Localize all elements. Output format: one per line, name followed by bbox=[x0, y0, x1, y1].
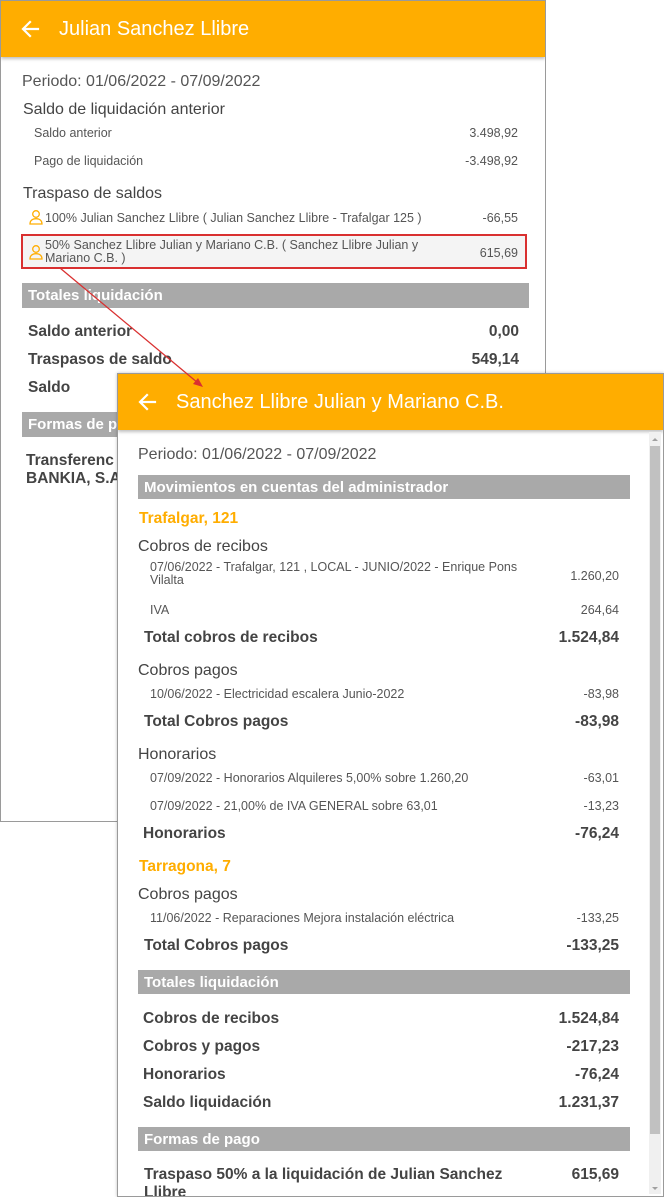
app-bar: Sanchez Llibre Julian y Mariano C.B. bbox=[118, 374, 663, 430]
page-title: Julian Sanchez Llibre bbox=[59, 17, 250, 40]
traspaso-row-value: 615,69 bbox=[479, 246, 518, 260]
row-value: 1.260,20 bbox=[570, 569, 619, 583]
formas-row-label: Traspaso 50% a la liquidación de Julian … bbox=[144, 1166, 503, 1197]
section-traspaso: Traspaso de saldos bbox=[23, 185, 163, 202]
total-value: -83,98 bbox=[575, 713, 619, 730]
row-value: -83,98 bbox=[583, 687, 619, 701]
row-value: 264,64 bbox=[580, 603, 619, 617]
periodo: Periodo: 01/06/2022 - 07/09/2022 bbox=[22, 73, 261, 90]
formas-text: Transferenc bbox=[26, 452, 114, 469]
formas-bar: Formas de pago bbox=[138, 1127, 630, 1151]
row-label: Pago de liquidación bbox=[34, 154, 144, 168]
total-label: Total cobros de recibos bbox=[144, 629, 318, 646]
total-label: Total Cobros pagos bbox=[144, 937, 289, 954]
totales-bar: Totales liquidación bbox=[138, 970, 630, 994]
scroll-down-icon[interactable] bbox=[649, 1182, 661, 1194]
app-bar: Julian Sanchez Llibre bbox=[1, 1, 545, 57]
total-value: 1.524,84 bbox=[558, 1010, 619, 1027]
total-label: Honorarios bbox=[143, 1066, 226, 1083]
row-value: -3.498,92 bbox=[465, 154, 518, 168]
total-label: Total Cobros pagos bbox=[144, 713, 289, 730]
row-label: 07/09/2022 - 21,00% de IVA GENERAL sobre… bbox=[150, 799, 438, 813]
totales-bar: Totales liquidación bbox=[22, 283, 529, 308]
section-honorarios: Honorarios bbox=[138, 746, 217, 763]
scrollbar-thumb[interactable] bbox=[650, 446, 660, 1134]
row-value: -133,25 bbox=[576, 911, 619, 925]
row-label: 07/09/2022 - Honorarios Alquileres 5,00%… bbox=[150, 771, 469, 785]
section-saldo-anterior: Saldo de liquidación anterior bbox=[23, 101, 225, 118]
total-value: -76,24 bbox=[575, 1066, 619, 1083]
total-value: -76,24 bbox=[575, 825, 619, 842]
total-value: 549,14 bbox=[471, 351, 519, 368]
section-cobros-recibos: Cobros de recibos bbox=[138, 538, 268, 555]
total-value: 1.524,84 bbox=[558, 629, 619, 646]
traspaso-row-label[interactable]: 100% Julian Sanchez Llibre ( Julian Sanc… bbox=[45, 211, 422, 225]
row-label: 07/06/2022 - Trafalgar, 121 , LOCAL - JU… bbox=[150, 560, 518, 587]
section-cobros-pagos: Cobros pagos bbox=[138, 662, 238, 679]
total-value: 1.231,37 bbox=[558, 1094, 619, 1111]
row-label: Saldo anterior bbox=[34, 126, 112, 140]
row-label: 10/06/2022 - Electricidad escalera Junio… bbox=[150, 687, 405, 701]
total-label: Saldo bbox=[28, 379, 71, 396]
user-icon bbox=[28, 244, 44, 265]
movimientos-bar: Movimientos en cuentas del administrador bbox=[138, 475, 630, 499]
periodo: Periodo: 01/06/2022 - 07/09/2022 bbox=[138, 446, 377, 463]
scroll-up-icon[interactable] bbox=[649, 432, 661, 444]
formas-row-value: 615,69 bbox=[571, 1166, 619, 1183]
total-label: Honorarios bbox=[143, 825, 226, 842]
row-label: IVA bbox=[150, 603, 170, 617]
total-value: -217,23 bbox=[566, 1038, 619, 1055]
row-label: 11/06/2022 - Reparaciones Mejora instala… bbox=[150, 911, 455, 925]
total-label: Saldo liquidación bbox=[143, 1094, 272, 1111]
user-icon bbox=[28, 209, 44, 230]
row-value: -63,01 bbox=[583, 771, 619, 785]
total-value: -133,25 bbox=[566, 937, 619, 954]
property-name: Trafalgar, 121 bbox=[139, 510, 239, 527]
total-value: 0,00 bbox=[488, 323, 519, 340]
total-label: Saldo anterior bbox=[28, 323, 133, 340]
row-value: 3.498,92 bbox=[469, 126, 518, 140]
total-label: Traspasos de saldo bbox=[28, 351, 172, 368]
row-value: -13,23 bbox=[583, 799, 619, 813]
formas-text: BANKIA, S.A bbox=[26, 470, 121, 487]
back-arrow-icon[interactable] bbox=[135, 390, 159, 414]
property-name: Tarragona, 7 bbox=[139, 858, 231, 875]
traspaso-row-label[interactable]: 50% Sanchez Llibre Julian y Mariano C.B.… bbox=[45, 239, 445, 265]
page-title: Sanchez Llibre Julian y Mariano C.B. bbox=[176, 390, 504, 413]
total-label: Cobros y pagos bbox=[143, 1038, 261, 1055]
traspaso-row-value: -66,55 bbox=[482, 211, 518, 225]
back-arrow-icon[interactable] bbox=[18, 17, 42, 41]
section-cobros-pagos: Cobros pagos bbox=[138, 886, 238, 903]
scrollbar[interactable] bbox=[649, 432, 661, 1194]
liquidation-panel-sanchez-cb: Sanchez Llibre Julian y Mariano C.B. Per… bbox=[117, 373, 664, 1197]
total-label: Cobros de recibos bbox=[143, 1010, 280, 1027]
